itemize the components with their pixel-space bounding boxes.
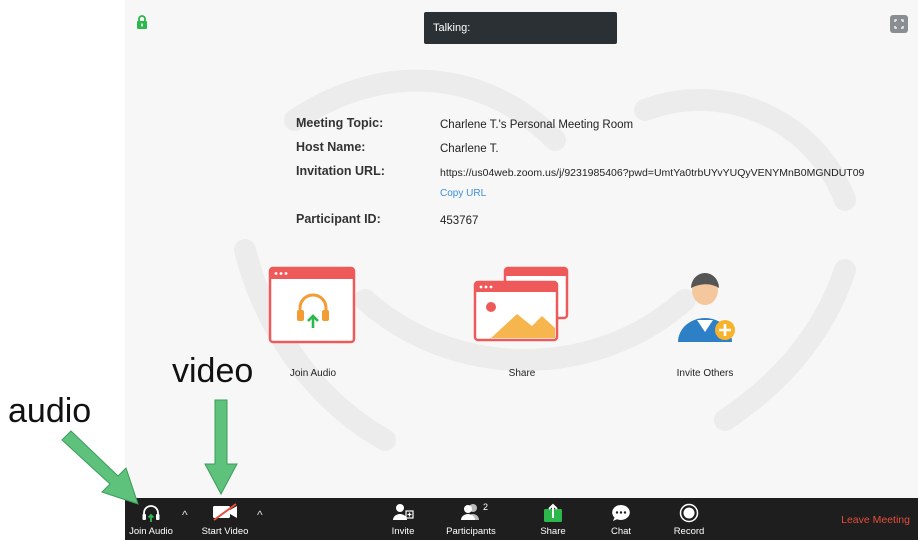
share-screen-icon [544, 503, 562, 522]
fullscreen-button[interactable] [890, 15, 908, 33]
participants-toolbar-label: Participants [446, 526, 496, 537]
start-video-button[interactable]: Start Video [197, 498, 253, 540]
background-watermark [234, 69, 856, 451]
join-audio-toolbar-label: Join Audio [129, 526, 173, 537]
meeting-toolbar: Join Audio ^ Start Video ^ Invite 2 Part… [125, 498, 918, 540]
record-toolbar-label: Record [673, 526, 705, 537]
meeting-topic-label: Meeting Topic: [296, 116, 384, 130]
join-audio-window-icon [268, 266, 356, 344]
audio-annotation-label: audio [8, 392, 92, 430]
host-name-label: Host Name: [296, 140, 366, 154]
start-video-toolbar-label: Start Video [201, 526, 249, 537]
record-button[interactable]: Record [668, 498, 710, 540]
record-icon [679, 503, 699, 523]
audio-options-caret-icon[interactable]: ^ [182, 508, 188, 522]
invitation-url-label: Invitation URL: [296, 164, 385, 178]
share-action[interactable]: Share [462, 266, 582, 386]
join-audio-label: Join Audio [289, 368, 337, 379]
participants-button[interactable]: 2 Participants [436, 498, 506, 540]
lock-icon[interactable] [136, 15, 148, 29]
participant-count-badge: 2 [483, 502, 489, 512]
talking-indicator: Talking: [424, 12, 617, 44]
share-toolbar-label: Share [540, 526, 566, 537]
join-audio-action[interactable]: Join Audio [253, 266, 373, 386]
invite-toolbar-label: Invite [391, 526, 415, 537]
participants-icon [461, 504, 479, 520]
audio-annotation-arrow-icon [61, 430, 139, 505]
share-screen-button[interactable]: Share [533, 498, 573, 540]
invite-others-label: Invite Others [676, 368, 734, 379]
video-annotation-label: video [172, 352, 254, 390]
invite-others-action[interactable]: Invite Others [645, 266, 765, 386]
fullscreen-icon [894, 19, 904, 29]
invitation-url-value: https://us04web.zoom.us/j/9231985406?pwd… [440, 167, 865, 179]
host-name-value: Charlene T. [440, 143, 499, 155]
share-label: Share [508, 368, 536, 379]
invite-person-icon [393, 504, 414, 520]
copy-url-link[interactable]: Copy URL [440, 188, 486, 199]
chat-bubble-icon [612, 505, 630, 521]
video-off-icon [213, 503, 237, 521]
invite-button[interactable]: Invite [380, 498, 426, 540]
talking-label: Talking: [433, 22, 471, 34]
video-options-caret-icon[interactable]: ^ [257, 508, 263, 522]
meeting-topic-value: Charlene T.'s Personal Meeting Room [440, 119, 634, 131]
share-window-icon [473, 266, 569, 342]
participant-id-label: Participant ID: [296, 212, 381, 226]
participant-id-value: 453767 [440, 215, 479, 227]
person-add-icon [678, 273, 735, 342]
chat-toolbar-label: Chat [610, 526, 632, 537]
video-annotation-arrow-icon [204, 399, 238, 496]
leave-meeting-button[interactable]: Leave Meeting [841, 514, 910, 526]
meeting-stage: Talking: Meeting Topic: Charlene T.'s Pe… [125, 0, 918, 498]
chat-button[interactable]: Chat [603, 498, 639, 540]
